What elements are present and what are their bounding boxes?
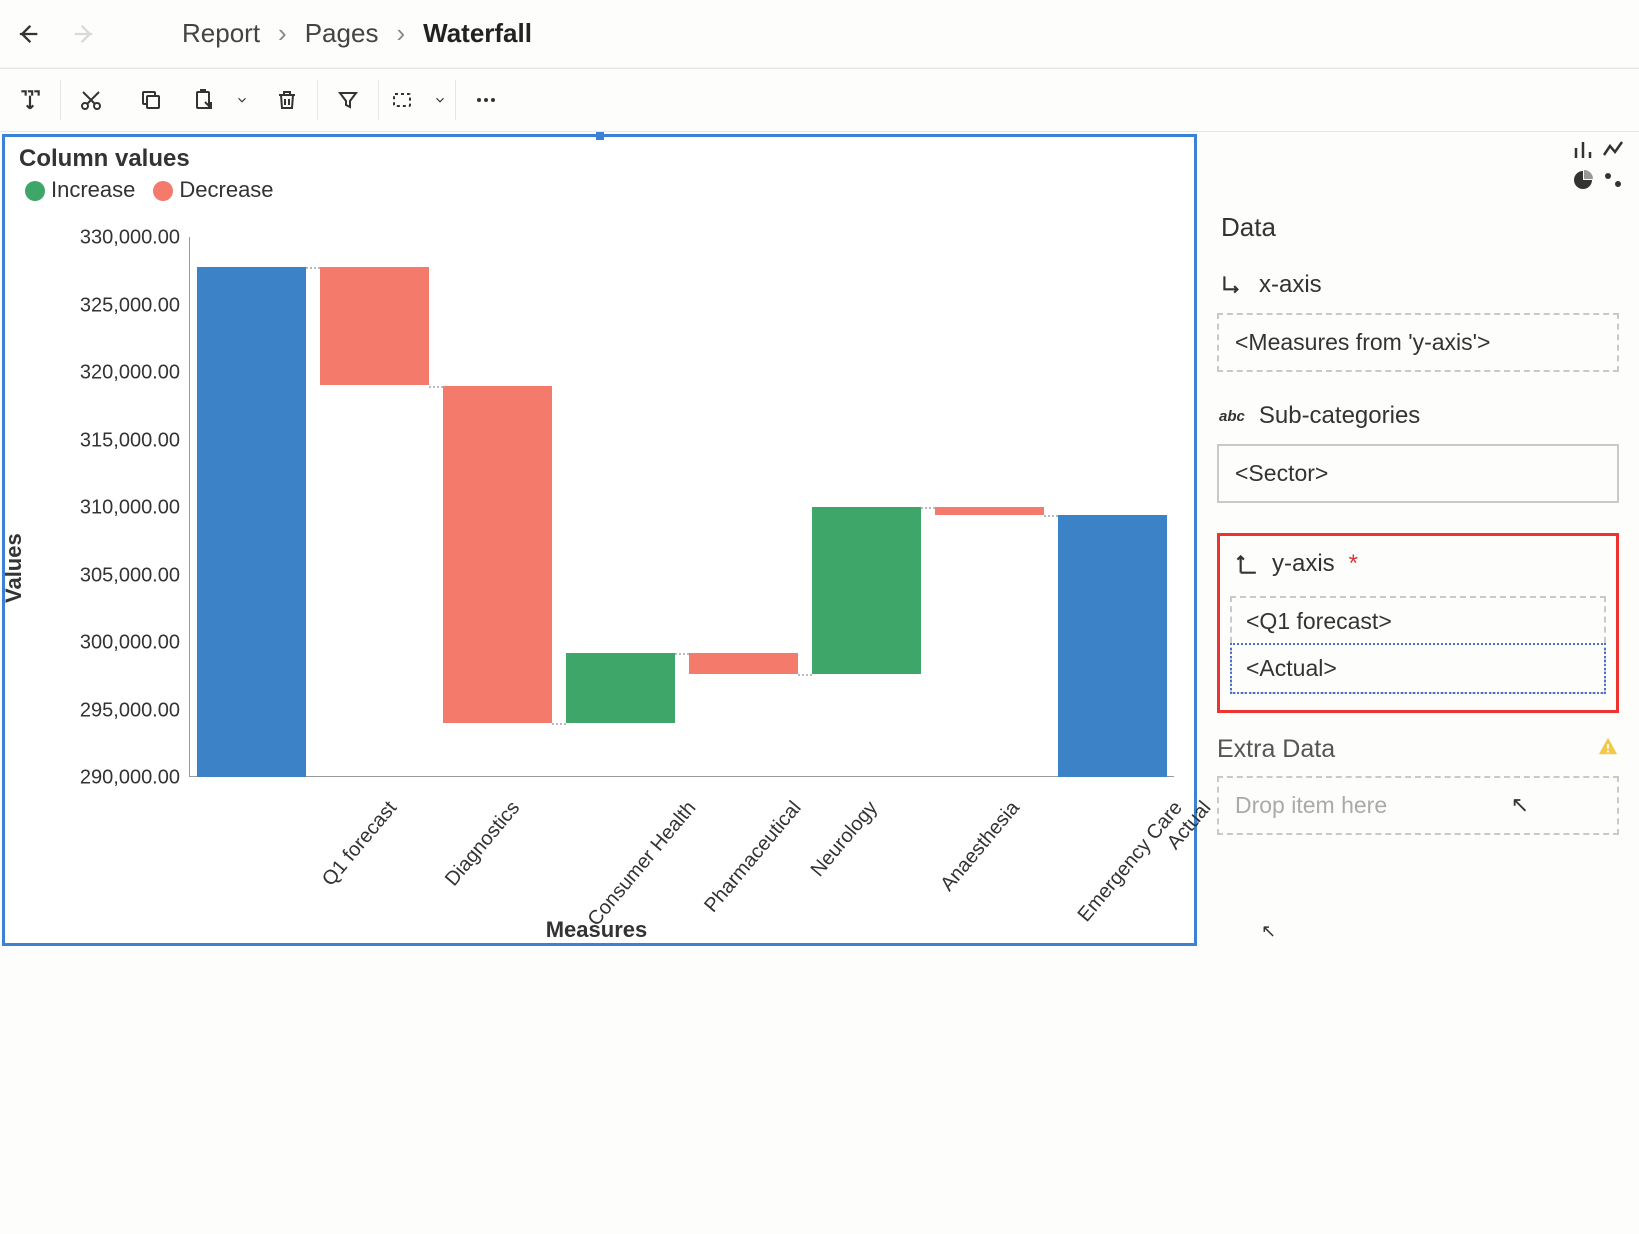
y-axis-slot-group: y-axis* <Q1 forecast> <Actual> ↖ [1217, 533, 1619, 713]
y-axis-title: Values [1, 533, 27, 603]
delete-button[interactable] [257, 68, 317, 132]
y-tick: 310,000.00 [80, 497, 180, 520]
toolbar [0, 68, 1639, 132]
sub-categories-slot-label: abc Sub-categories [1219, 402, 1619, 430]
panel-header: Data [1221, 212, 1619, 243]
y-tick: 320,000.00 [80, 362, 180, 385]
insert-button[interactable] [0, 68, 60, 132]
x-label: Emergency Care [1074, 797, 1188, 927]
x-label: Anaesthesia [936, 797, 1024, 896]
abc-icon: abc [1219, 408, 1245, 425]
data-panel: Data x-axis <Measures from 'y-axis'> abc… [1199, 132, 1639, 948]
chevron-right-icon: › [278, 18, 287, 49]
legend-decrease: Decrease [153, 177, 273, 203]
select-menu-button[interactable] [425, 68, 455, 132]
crumb-current: Waterfall [423, 18, 532, 49]
x-axis-slot-label: x-axis [1219, 271, 1619, 299]
x-axis-slot[interactable]: <Measures from 'y-axis'> [1217, 313, 1619, 372]
breadcrumb-bar: Report › Pages › Waterfall [0, 0, 1639, 68]
bar-anaesthesia[interactable] [812, 507, 920, 674]
extra-data-label: Extra Data [1217, 735, 1619, 764]
extra-data-slot[interactable]: Drop item here [1217, 776, 1619, 835]
more-button[interactable] [456, 68, 516, 132]
sub-categories-slot[interactable]: <Sector> [1217, 444, 1619, 503]
y-tick: 290,000.00 [80, 767, 180, 790]
bar-diagnostics[interactable] [320, 267, 428, 386]
paste-button[interactable] [181, 68, 227, 132]
y-axis-item-q1-forecast[interactable]: <Q1 forecast> [1232, 598, 1604, 645]
x-label: Q1 forecast [318, 797, 402, 891]
bar-q1-forecast[interactable] [197, 267, 305, 777]
bar-emergency-care[interactable] [935, 507, 1043, 515]
cursor-icon: ↖ [1261, 921, 1276, 942]
chart-type-picker[interactable] [1571, 138, 1631, 192]
y-tick: 330,000.00 [80, 227, 180, 250]
y-tick: 295,000.00 [80, 699, 180, 722]
y-tick: 325,000.00 [80, 294, 180, 317]
select-group[interactable] [379, 68, 455, 132]
legend-increase: Increase [25, 177, 135, 203]
y-axis-item-actual[interactable]: <Actual> [1230, 643, 1606, 694]
x-label: Diagnostics [441, 797, 525, 891]
plot-area: 330,000.00325,000.00320,000.00315,000.00… [189, 237, 1174, 777]
paste-group[interactable] [181, 68, 257, 132]
x-label: Neurology [806, 797, 882, 882]
chart-canvas[interactable]: Column values Increase Decrease Values 3… [2, 134, 1197, 946]
forward-button [64, 14, 104, 54]
y-tick: 305,000.00 [80, 564, 180, 587]
bar-chart-icon[interactable] [1571, 138, 1595, 162]
bar-actual[interactable] [1058, 515, 1166, 777]
waterfall-chart: Values 330,000.00325,000.00320,000.00315… [19, 237, 1174, 943]
scatter-chart-icon[interactable] [1601, 168, 1625, 192]
bar-consumer-health[interactable] [443, 386, 551, 724]
paste-menu-button[interactable] [227, 68, 257, 132]
copy-button[interactable] [121, 68, 181, 132]
breadcrumb: Report › Pages › Waterfall [182, 18, 532, 49]
y-axis-slot-label: y-axis* [1232, 550, 1606, 578]
chevron-right-icon: › [396, 18, 405, 49]
x-label: Consumer Health [583, 797, 701, 931]
increase-swatch-icon [25, 181, 45, 201]
crumb-pages[interactable]: Pages [305, 18, 379, 49]
legend: Increase Decrease [25, 177, 1194, 203]
y-axis-slot[interactable]: <Q1 forecast> <Actual> [1230, 596, 1606, 694]
x-axis-labels: Q1 forecastDiagnosticsConsumer HealthPha… [189, 777, 1174, 907]
line-chart-icon[interactable] [1601, 138, 1625, 162]
pie-chart-icon[interactable] [1571, 168, 1595, 192]
y-tick: 315,000.00 [80, 429, 180, 452]
crumb-report[interactable]: Report [182, 18, 260, 49]
y-tick: 300,000.00 [80, 632, 180, 655]
legend-title: Column values [19, 145, 1194, 173]
select-button[interactable] [379, 68, 425, 132]
bar-pharmaceutical[interactable] [566, 653, 674, 723]
decrease-swatch-icon [153, 181, 173, 201]
cut-button[interactable] [61, 68, 121, 132]
filter-button[interactable] [318, 68, 378, 132]
x-label: Pharmaceutical [700, 797, 806, 917]
bar-neurology[interactable] [689, 653, 797, 675]
warning-icon [1597, 735, 1619, 764]
back-button[interactable] [8, 14, 48, 54]
